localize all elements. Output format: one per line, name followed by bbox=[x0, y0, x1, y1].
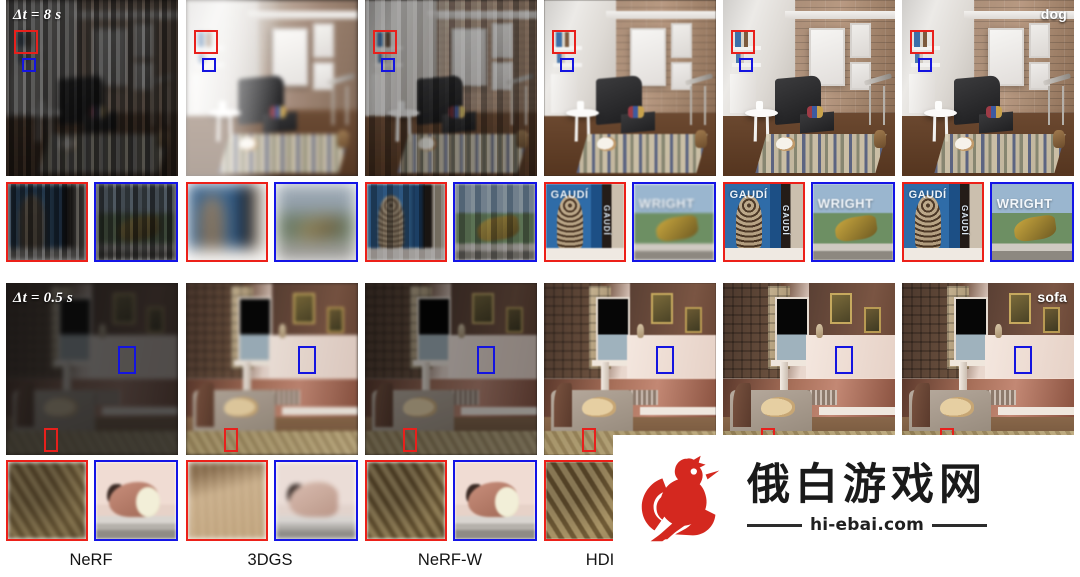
crop-blue-dog-col5: WRIGHT bbox=[811, 182, 895, 262]
delta-t-label: Δt = 8 s bbox=[13, 7, 62, 23]
crop-blue-dog-nerf bbox=[94, 182, 178, 262]
crop-red-dog-nerfw bbox=[365, 182, 447, 262]
crop-red-sofa-3dgs bbox=[186, 460, 268, 541]
rooster-logo bbox=[641, 455, 720, 542]
crop-blue-sofa-nerf bbox=[94, 460, 178, 541]
scene-label-dog: dog bbox=[1040, 6, 1067, 22]
crop-blue-sofa-nerfw bbox=[453, 460, 537, 541]
watermark-url-row: hi-ebai.com bbox=[747, 515, 987, 535]
crop-text-wright: WRIGHT bbox=[817, 196, 874, 212]
watermark-rule-right bbox=[932, 523, 987, 527]
crop-text-gaudi: GAUDÍ bbox=[550, 188, 589, 201]
crop-text-gaudi-vertical: GAUDÍ bbox=[780, 205, 790, 237]
watermark-chinese-text: 俄白游戏网 bbox=[747, 459, 987, 510]
crop-text-wright: WRIGHT bbox=[638, 196, 695, 212]
render-tile-sofa-col6: sofa bbox=[902, 283, 1074, 455]
crop-red-dog-col6: GAUDÍ GAUDÍ bbox=[902, 182, 984, 262]
crop-red-dog-col5: GAUDÍ GAUDÍ bbox=[723, 182, 805, 262]
crop-text-gaudi: GAUDÍ bbox=[908, 188, 947, 201]
crop-text-gaudi-vertical: GAUDÍ bbox=[959, 205, 969, 237]
column-label-nerfw: NeRF-W bbox=[417, 551, 483, 569]
delta-t-label: Δt = 0.5 s bbox=[13, 290, 73, 306]
crop-red-dog-hdi: GAUDÍ GAUDÍ bbox=[544, 182, 626, 262]
column-label-3dgs: 3DGS bbox=[247, 551, 293, 569]
render-tile-dog-hdi bbox=[544, 0, 716, 176]
render-tile-sofa-3dgs bbox=[186, 283, 358, 455]
render-tile-sofa-nerfw bbox=[365, 283, 537, 455]
crop-blue-dog-col6: WRIGHT bbox=[990, 182, 1074, 262]
render-tile-dog-3dgs bbox=[186, 0, 358, 176]
crop-blue-dog-3dgs bbox=[274, 182, 358, 262]
scene-label-sofa: sofa bbox=[1037, 289, 1067, 305]
crop-red-sofa-nerfw bbox=[365, 460, 447, 541]
column-label-hdi: HDI bbox=[585, 551, 615, 569]
render-tile-dog-nerf: Δt = 8 s bbox=[6, 0, 178, 176]
watermark-rule-left bbox=[747, 523, 802, 527]
render-tile-dog-nerfw bbox=[365, 0, 537, 176]
render-tile-sofa-nerf: Δt = 0.5 s bbox=[6, 283, 178, 455]
render-tile-dog-col5 bbox=[723, 0, 895, 176]
crop-text-gaudi: GAUDÍ bbox=[729, 188, 768, 201]
render-tile-dog-col6: dog bbox=[902, 0, 1074, 176]
render-tile-sofa-col5 bbox=[723, 283, 895, 455]
watermark-url: hi-ebai.com bbox=[809, 515, 925, 536]
crop-red-dog-3dgs bbox=[186, 182, 268, 262]
crop-red-sofa-nerf bbox=[6, 460, 88, 541]
crop-blue-dog-hdi: WRIGHT bbox=[632, 182, 716, 262]
crop-text-wright: WRIGHT bbox=[996, 196, 1053, 212]
crop-red-dog-nerf bbox=[6, 182, 88, 262]
comparison-figure: Δt = 8 s dog GAUDÍ GAUDÍ WRIGHT GAUDÍ GA… bbox=[0, 0, 1080, 577]
render-tile-sofa-hdi bbox=[544, 283, 716, 455]
crop-text-gaudi-vertical: GAUDÍ bbox=[601, 205, 611, 237]
watermark-overlay: 俄白游戏网 hi-ebai.com bbox=[613, 435, 1080, 563]
crop-blue-sofa-3dgs bbox=[274, 460, 358, 541]
crop-blue-dog-nerfw bbox=[453, 182, 537, 262]
column-label-nerf: NeRF bbox=[69, 551, 113, 569]
